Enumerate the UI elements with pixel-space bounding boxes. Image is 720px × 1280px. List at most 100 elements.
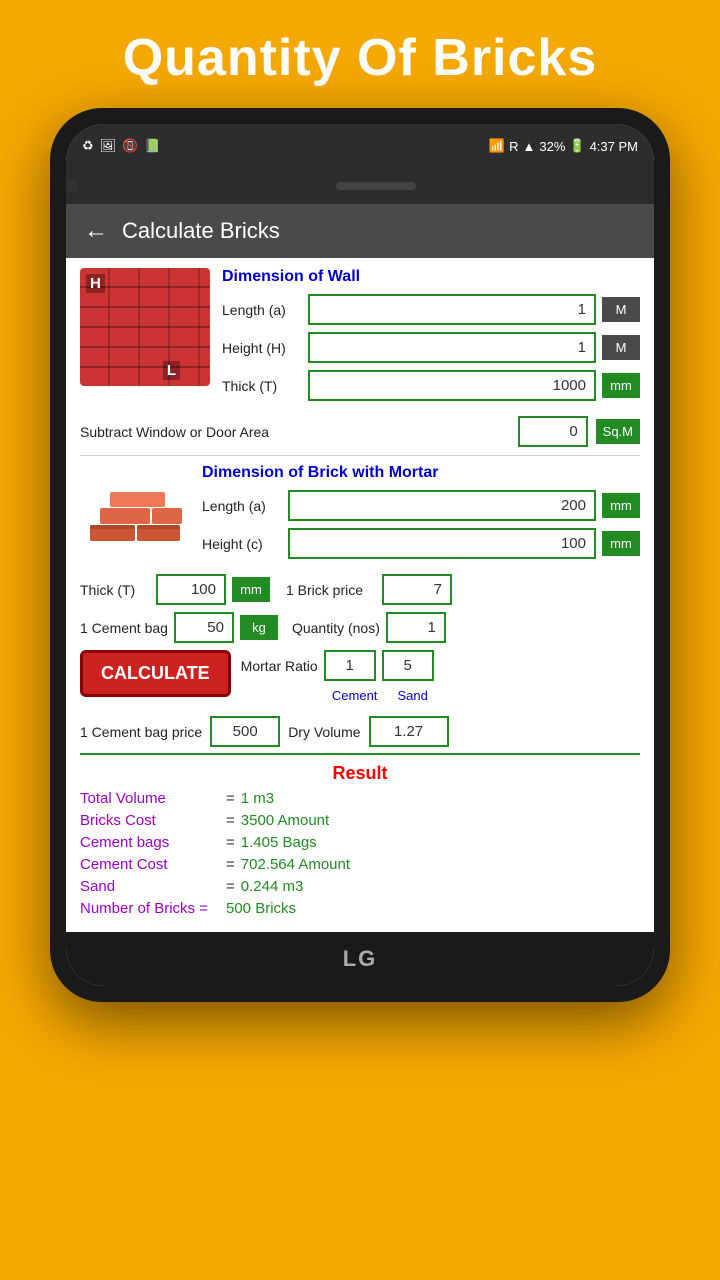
sand-key: Sand	[80, 878, 220, 895]
phone-inner: ♻ 🖼 📵 📗 📶 R ▲ 32% 🔋 4:37 PM ← Calculate …	[66, 124, 654, 986]
mortar-cement-input[interactable]	[324, 650, 376, 681]
total-volume-eq: =	[226, 790, 235, 807]
subtract-label: Subtract Window or Door Area	[80, 424, 510, 440]
sand-val: 0.244 m3	[241, 878, 304, 895]
result-cement-bags: Cement bags = 1.405 Bags	[80, 834, 640, 851]
top-section: H L Dimension of Wall Length (a) M Heigh…	[80, 268, 640, 408]
battery-text: 32%	[539, 139, 565, 154]
result-section: Result Total Volume = 1 m3 Bricks Cost =…	[80, 753, 640, 917]
cement-cost-val: 702.564 Amount	[241, 856, 350, 873]
phone-top-bar	[66, 168, 654, 204]
cement-cost-key: Cement Cost	[80, 856, 220, 873]
calculate-button[interactable]: CALCULATE	[80, 650, 231, 697]
bricks-cost-eq: =	[226, 812, 235, 829]
brick-label-l: L	[163, 361, 180, 380]
mortar-image	[80, 464, 190, 566]
wall-section-header: Dimension of Wall	[222, 268, 640, 286]
cement-price-input[interactable]	[210, 716, 280, 747]
mortar-sand-input[interactable]	[382, 650, 434, 681]
ratio-labels: Cement Sand	[329, 688, 640, 703]
wall-length-row: Length (a) M	[222, 294, 640, 325]
brick-height-row: Height (c) mm	[202, 528, 640, 559]
lg-logo: LG	[343, 946, 378, 972]
cement-bag-label: 1 Cement bag	[80, 620, 168, 636]
book-icon: 📗	[144, 138, 160, 154]
brick-height-input[interactable]	[288, 528, 596, 559]
result-sand: Sand = 0.244 m3	[80, 878, 640, 895]
result-title: Result	[80, 763, 640, 784]
brick-length-row: Length (a) mm	[202, 490, 640, 521]
thick-unit: mm	[232, 577, 270, 602]
toolbar-title: Calculate Bricks	[122, 218, 280, 244]
total-volume-key: Total Volume	[80, 790, 220, 807]
mortar-form: Dimension of Brick with Mortar Length (a…	[202, 464, 640, 566]
status-left: ♻ 🖼 📵 📗	[82, 138, 161, 154]
result-cement-cost: Cement Cost = 702.564 Amount	[80, 856, 640, 873]
signal-icon: R	[509, 139, 518, 154]
bottom-section: Dimension of Brick with Mortar Length (a…	[80, 464, 640, 566]
wall-height-input[interactable]	[308, 332, 596, 363]
cement-cost-eq: =	[226, 856, 235, 873]
quantity-label: Quantity (nos)	[292, 620, 380, 636]
status-bar: ♻ 🖼 📵 📗 📶 R ▲ 32% 🔋 4:37 PM	[66, 124, 654, 168]
wifi-off-icon: 📵	[122, 138, 138, 154]
cement-bag-input[interactable]	[174, 612, 234, 643]
status-right: 📶 R ▲ 32% 🔋 4:37 PM	[489, 138, 638, 154]
dry-volume-label: Dry Volume	[288, 724, 360, 740]
num-bricks-val: 500 Bricks	[226, 900, 296, 917]
bottom-bar: LG	[66, 932, 654, 986]
quantity-input[interactable]	[386, 612, 446, 643]
cellular-icon: ▲	[522, 139, 535, 154]
brick-stack-svg	[85, 480, 185, 550]
page-title: Quantity Of Bricks	[0, 0, 720, 108]
brick-price-input[interactable]	[382, 574, 452, 605]
recycle-icon: ♻	[82, 138, 94, 154]
wall-length-input[interactable]	[308, 294, 596, 325]
time-display: 4:37 PM	[590, 139, 638, 154]
bricks-cost-key: Bricks Cost	[80, 812, 220, 829]
cement-ratio-label: Cement	[329, 688, 381, 703]
calc-mortar-row: CALCULATE Mortar Ratio Cement Sand	[80, 650, 640, 709]
wall-height-unit: M	[602, 335, 640, 360]
thick-label: Thick (T)	[80, 582, 150, 598]
brick-height-unit: mm	[602, 531, 640, 556]
result-num-bricks: Number of Bricks = 500 Bricks	[80, 900, 640, 917]
wall-length-unit: M	[602, 297, 640, 322]
brick-length-unit: mm	[602, 493, 640, 518]
battery-icon: 🔋	[569, 138, 585, 154]
num-bricks-key: Number of Bricks =	[80, 900, 220, 917]
thick-input[interactable]	[156, 574, 226, 605]
cement-bag-unit: kg	[240, 615, 278, 640]
mortar-ratio-row: Mortar Ratio	[241, 650, 640, 681]
cement-bags-eq: =	[226, 834, 235, 851]
cement-bags-key: Cement bags	[80, 834, 220, 851]
thick-price-row: Thick (T) mm 1 Brick price	[80, 574, 640, 605]
camera-dot	[66, 180, 78, 192]
result-bricks-cost: Bricks Cost = 3500 Amount	[80, 812, 640, 829]
wall-image: H L	[80, 268, 210, 386]
brick-length-input[interactable]	[288, 490, 596, 521]
wall-thick-input[interactable]	[308, 370, 596, 401]
wall-form: Dimension of Wall Length (a) M Height (H…	[222, 268, 640, 408]
sand-ratio-label: Sand	[387, 688, 439, 703]
image-icon: 🖼	[100, 138, 117, 154]
brick-length-label: Length (a)	[202, 498, 282, 514]
subtract-input[interactable]	[518, 416, 588, 447]
cement-price-row: 1 Cement bag price Dry Volume	[80, 716, 640, 747]
mortar-ratio-label: Mortar Ratio	[241, 658, 318, 674]
cement-qty-row: 1 Cement bag kg Quantity (nos)	[80, 612, 640, 643]
app-content: H L Dimension of Wall Length (a) M Heigh…	[66, 258, 654, 932]
result-total-volume: Total Volume = 1 m3	[80, 790, 640, 807]
wall-thick-label: Thick (T)	[222, 378, 302, 394]
subtract-unit: Sq.M	[596, 419, 640, 444]
cement-bags-val: 1.405 Bags	[241, 834, 317, 851]
mortar-ratio-section: Mortar Ratio Cement Sand	[241, 650, 640, 709]
dry-volume-input[interactable]	[369, 716, 449, 747]
bricks-cost-val: 3500 Amount	[241, 812, 329, 829]
wall-height-row: Height (H) M	[222, 332, 640, 363]
wifi-icon: 📶	[489, 138, 505, 154]
brick-label-h: H	[86, 274, 105, 293]
back-button[interactable]: ←	[84, 217, 108, 245]
cement-price-label: 1 Cement bag price	[80, 724, 202, 740]
wall-height-label: Height (H)	[222, 340, 302, 356]
